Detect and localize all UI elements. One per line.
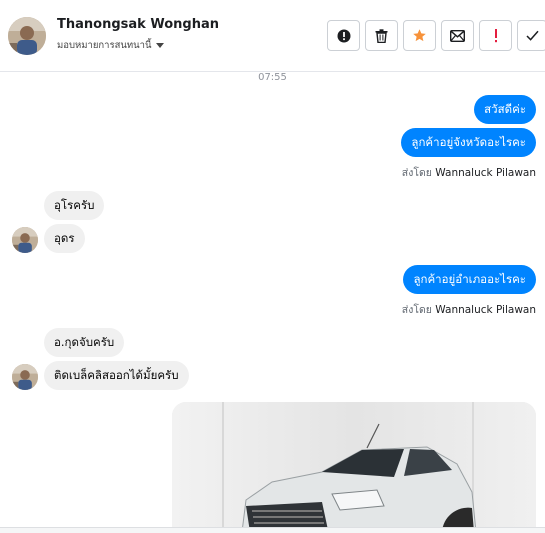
envelope-icon bbox=[450, 29, 465, 42]
assign-conversation-dropdown[interactable]: มอบหมายการสนทนานี้ bbox=[57, 38, 164, 53]
composer-edge bbox=[0, 527, 545, 533]
contact-avatar[interactable] bbox=[12, 364, 38, 390]
contact-avatar[interactable] bbox=[8, 17, 46, 55]
sent-by-label: ส่งโดย Wannaluck Pilawan bbox=[402, 164, 536, 181]
mark-done-button[interactable] bbox=[517, 20, 545, 51]
follow-up-button[interactable] bbox=[479, 20, 512, 51]
alert-circle-icon bbox=[337, 29, 350, 42]
car-photo-attachment[interactable] bbox=[172, 402, 536, 532]
contact-avatar[interactable] bbox=[12, 227, 38, 253]
contact-name[interactable]: Thanongsak Wonghan bbox=[57, 17, 219, 32]
delete-button[interactable] bbox=[365, 20, 398, 51]
sender-name[interactable]: Wannaluck Pilawan bbox=[435, 167, 536, 179]
star-button[interactable] bbox=[403, 20, 436, 51]
outgoing-message[interactable]: ลูกค้าอยู่อำเภออะไรคะ bbox=[403, 265, 536, 294]
mark-unread-button[interactable] bbox=[441, 20, 474, 51]
incoming-message[interactable]: อ.กุดจับครับ bbox=[44, 328, 125, 357]
check-icon bbox=[525, 30, 539, 41]
sent-by-prefix: ส่งโดย bbox=[401, 167, 432, 179]
outgoing-message[interactable]: ลูกค้าอยู่จังหวัดอะไรคะ bbox=[401, 128, 536, 157]
message-timestamp: 07:55 bbox=[258, 72, 287, 83]
sender-name[interactable]: Wannaluck Pilawan bbox=[435, 304, 536, 316]
mark-spam-button[interactable] bbox=[327, 20, 360, 51]
star-icon bbox=[413, 29, 426, 42]
trash-icon bbox=[375, 28, 388, 43]
incoming-message[interactable]: อุโรครับ bbox=[44, 191, 105, 220]
caret-down-icon bbox=[155, 43, 164, 48]
outgoing-message[interactable]: สวัสดีค่ะ bbox=[474, 95, 536, 124]
conversation-header: Thanongsak Wonghan มอบหมายการสนทนานี้ bbox=[0, 0, 545, 72]
sent-by-prefix: ส่งโดย bbox=[401, 304, 432, 316]
incoming-message[interactable]: ติดเบล็คลิสออกได้มั้ยครับ bbox=[44, 361, 189, 390]
incoming-message[interactable]: อุดร bbox=[44, 224, 85, 253]
exclamation-icon bbox=[494, 28, 497, 42]
assign-label: มอบหมายการสนทนานี้ bbox=[57, 40, 152, 51]
sent-by-label: ส่งโดย Wannaluck Pilawan bbox=[402, 301, 536, 318]
